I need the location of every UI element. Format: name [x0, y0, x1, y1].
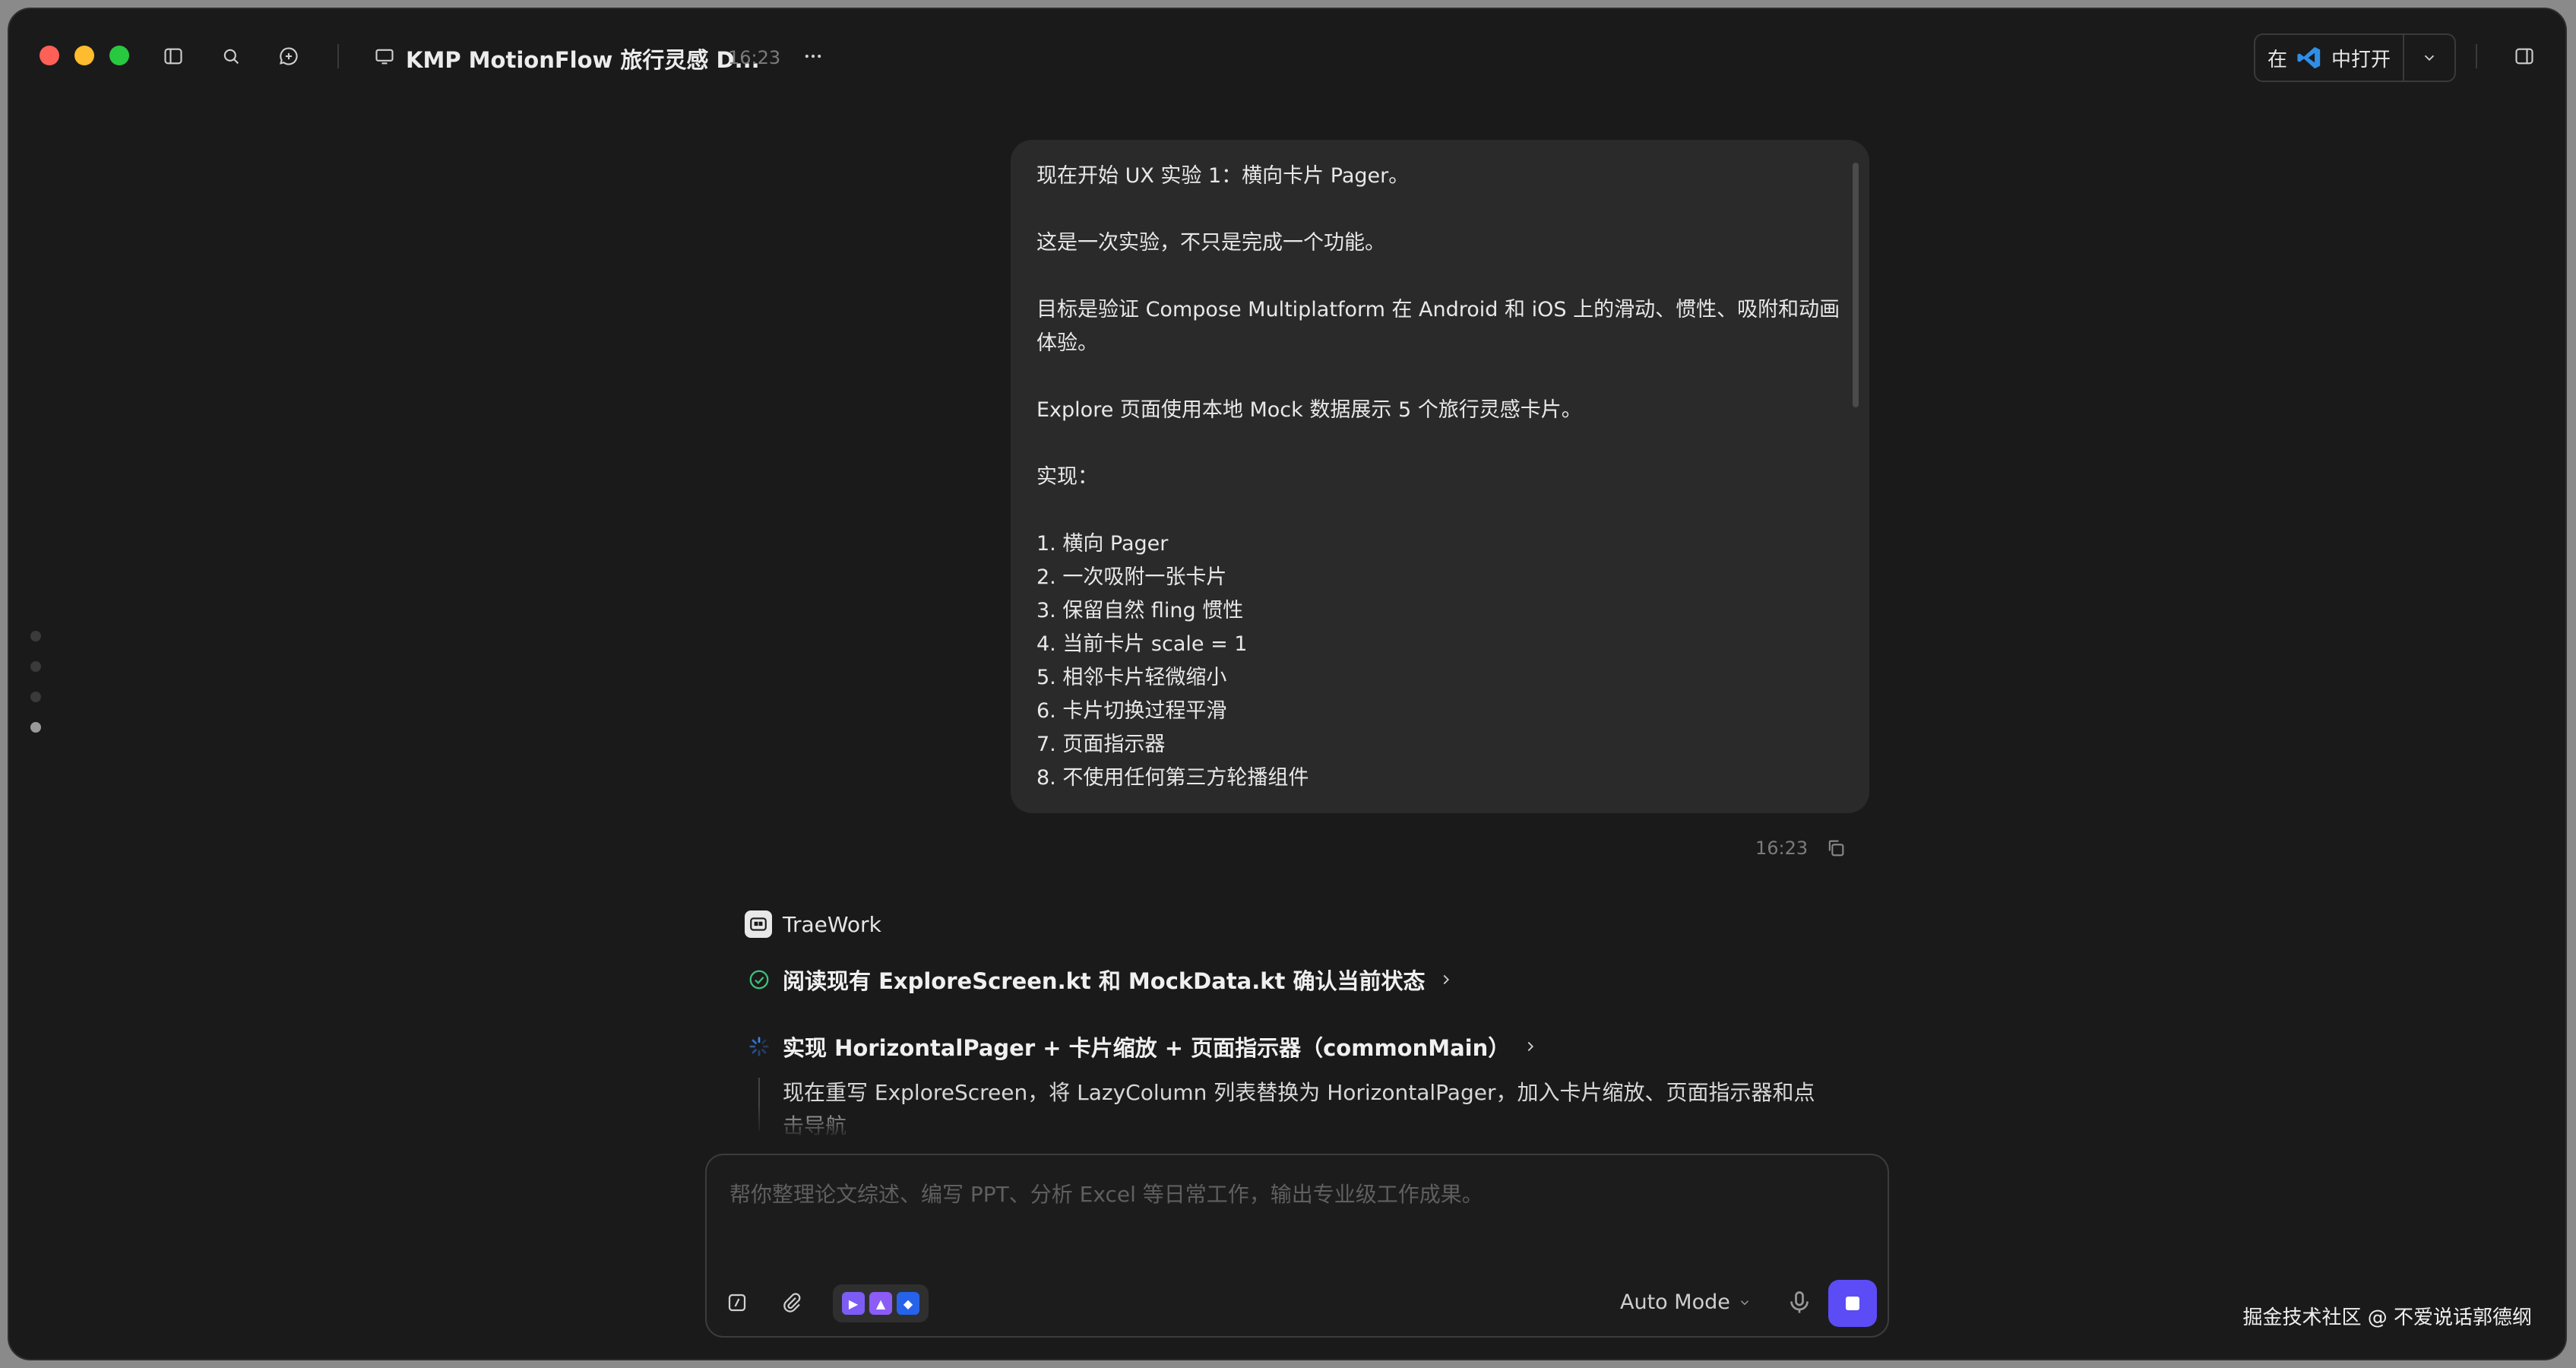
agent-name: TraeWork	[783, 911, 881, 937]
right-panel-toggle-icon[interactable]	[2509, 41, 2540, 71]
scroll-nav-dot[interactable]	[30, 692, 41, 702]
agent-step-done[interactable]: 阅读现有 ExploreScreen.kt 和 MockData.kt 确认当前…	[748, 964, 1454, 996]
zoom-window-button[interactable]	[109, 46, 129, 65]
message-list-item: 6. 卡片切换过程平滑	[1036, 699, 1227, 723]
message-line: Explore 页面使用本地 Mock 数据展示 5 个旅行灵感卡片。	[1036, 398, 1582, 422]
chevron-down-icon	[2424, 55, 2435, 62]
close-window-button[interactable]	[40, 46, 59, 65]
scroll-nav-dot-active[interactable]	[30, 722, 41, 733]
message-line: 现在开始 UX 实验 1：横向卡片 Pager。	[1036, 164, 1410, 188]
title-timestamp: 16:23	[728, 47, 781, 68]
sidebar-toggle-icon[interactable]	[158, 41, 188, 71]
agent-header: TraeWork	[745, 910, 881, 938]
message-line: 这是一次实验，不只是完成一个功能。	[1036, 231, 1385, 255]
chat-input-box[interactable]: 帮你整理论文综述、编写 PPT、分析 Excel 等日常工作，输出专业级工作成果…	[705, 1154, 1889, 1338]
copy-icon[interactable]	[1825, 838, 1847, 859]
image-tool-icon[interactable]: ▲	[869, 1292, 892, 1315]
user-message-bubble: 现在开始 UX 实验 1：横向卡片 Pager。 这是一次实验，不只是完成一个功…	[1011, 140, 1869, 813]
vscode-icon	[2297, 46, 2321, 69]
chart-tool-icon[interactable]: ◆	[897, 1292, 919, 1315]
mode-label: Auto Mode	[1620, 1290, 1730, 1314]
stop-generation-button[interactable]	[1828, 1280, 1877, 1327]
chevron-down-icon	[1740, 1300, 1748, 1305]
open-in-editor-button[interactable]: 在 中打开	[2254, 33, 2456, 82]
message-list-item: 3. 保留自然 fling 惯性	[1036, 599, 1244, 622]
check-circle-icon	[749, 970, 769, 990]
message-timestamp: 16:23	[1755, 838, 1809, 859]
chevron-right-icon	[1527, 1041, 1534, 1052]
message-list-item: 2. 一次吸附一张卡片	[1036, 565, 1227, 589]
message-line: 实现：	[1036, 465, 1098, 489]
chat-input-placeholder[interactable]: 帮你整理论文综述、编写 PPT、分析 Excel 等日常工作，输出专业级工作成果…	[729, 1178, 1483, 1208]
toolbar-divider	[337, 44, 339, 68]
toolbar-divider-right	[2476, 44, 2477, 68]
message-list-item: 8. 不使用任何第三方轮播组件	[1036, 766, 1309, 790]
message-list-item: 5. 相邻卡片轻微缩小	[1036, 666, 1227, 689]
open-in-editor-main[interactable]: 在 中打开	[2255, 35, 2405, 81]
message-line: 目标是验证 Compose Multiplatform 在 Android 和 …	[1036, 298, 1840, 355]
app-tools-group[interactable]: ▶ ▲ ◆	[833, 1284, 929, 1322]
new-chat-icon[interactable]	[274, 41, 304, 71]
agent-avatar	[745, 910, 772, 938]
message-list-item: 4. 当前卡片 scale = 1	[1036, 632, 1248, 656]
video-tool-icon[interactable]: ▶	[842, 1292, 865, 1315]
slash-command-icon[interactable]	[723, 1289, 751, 1316]
agent-step-running[interactable]: 实现 HorizontalPager + 卡片缩放 + 页面指示器（common…	[748, 1031, 1539, 1062]
loading-spinner-icon	[749, 1037, 769, 1056]
message-list-item: 7. 页面指示器	[1036, 733, 1166, 756]
scroll-nav-dot[interactable]	[30, 661, 41, 672]
step-label: 实现 HorizontalPager + 卡片缩放 + 页面指示器（common…	[783, 1035, 1511, 1061]
app-window: KMP MotionFlow 旅行灵感 D... 16:23 在 中打开 现在开…	[8, 8, 2567, 1360]
open-in-suffix: 中打开	[2331, 48, 2391, 71]
minimize-window-button[interactable]	[74, 46, 94, 65]
step-label: 阅读现有 ExploreScreen.kt 和 MockData.kt 确认当前…	[783, 968, 1426, 994]
watermark: 掘金技术社区 @ 不爱说话郭德纲	[2242, 1306, 2532, 1329]
microphone-icon[interactable]	[1786, 1289, 1813, 1316]
open-in-dropdown[interactable]	[2404, 49, 2454, 66]
search-icon[interactable]	[216, 41, 246, 71]
scroll-nav-dot[interactable]	[30, 631, 41, 641]
message-list-item: 1. 横向 Pager	[1036, 532, 1169, 556]
open-in-prefix: 在	[2267, 48, 2288, 71]
monitor-icon	[369, 41, 400, 71]
stop-icon	[1846, 1297, 1859, 1310]
attachment-icon[interactable]	[778, 1289, 805, 1316]
message-scrollbar[interactable]	[1853, 163, 1859, 407]
mode-selector[interactable]: Auto Mode	[1620, 1290, 1752, 1314]
scroll-fade	[693, 1104, 1924, 1138]
chevron-right-icon	[1443, 974, 1449, 985]
more-options-icon[interactable]	[798, 41, 828, 71]
task-title: KMP MotionFlow 旅行灵感 D...	[406, 47, 760, 73]
